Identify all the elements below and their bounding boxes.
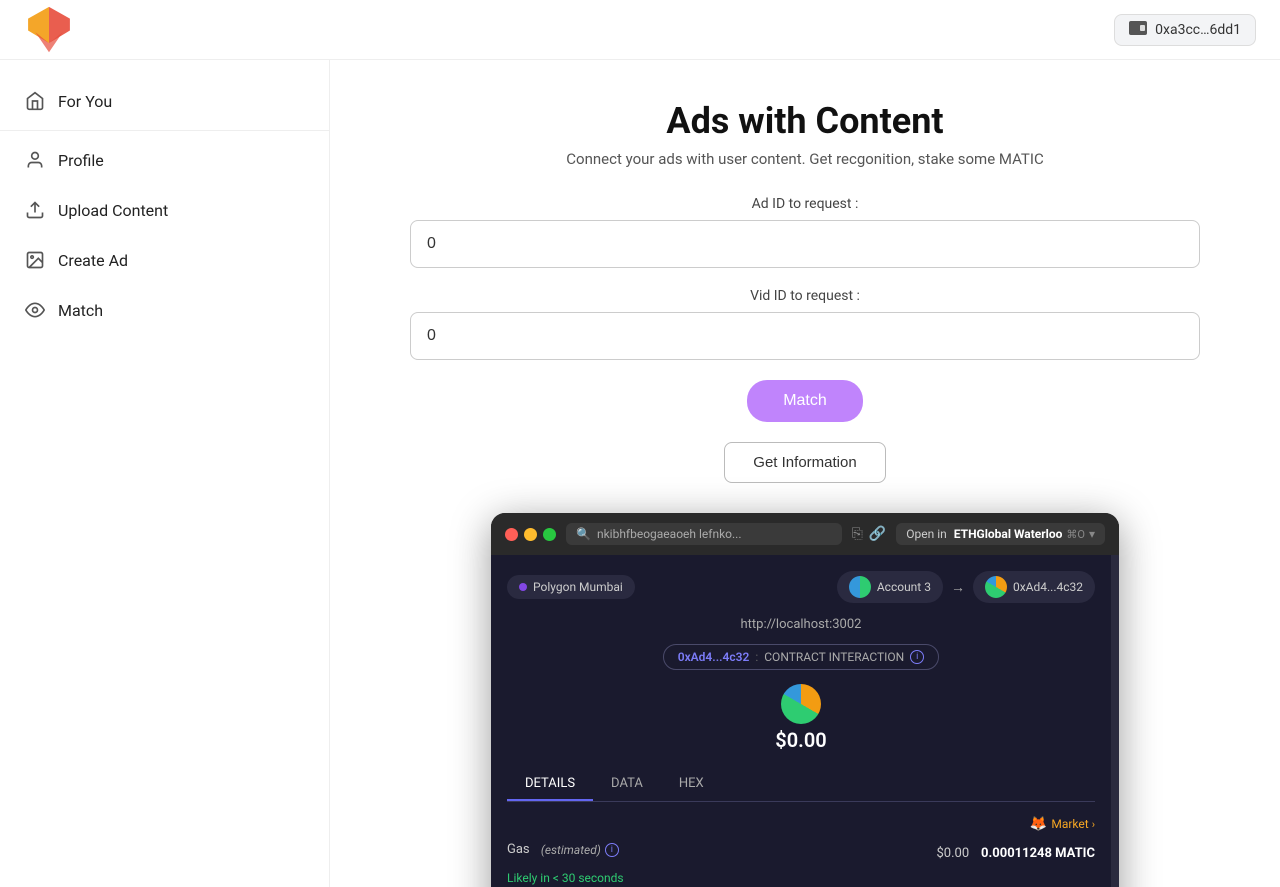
browser-url-text: nkibhfbeogaeaoeh lefnko... <box>597 527 742 541</box>
gas-likely-text: Likely in < 30 seconds <box>507 871 1095 885</box>
sidebar-item-for-you[interactable]: For You <box>0 76 329 126</box>
account-avatar-to <box>985 576 1007 598</box>
sidebar-item-upload-content[interactable]: Upload Content <box>0 185 329 235</box>
contract-address-badge: 0xAd4...4c32 <box>678 650 750 664</box>
mm-url-text: http://localhost:3002 <box>741 617 862 632</box>
tab-details[interactable]: DETAILS <box>507 768 593 801</box>
ad-id-input[interactable] <box>410 220 1200 268</box>
mm-url-bar: http://localhost:3002 <box>507 617 1095 632</box>
network-dot <box>519 583 527 591</box>
sidebar-label-match: Match <box>58 301 103 320</box>
wallet-icon <box>1129 21 1147 39</box>
mm-gas-row: Gas (estimated) i $0.00 0.00011248 MATIC <box>507 842 1095 861</box>
ad-id-label: Ad ID to request : <box>410 196 1200 212</box>
tab-data[interactable]: DATA <box>593 768 661 801</box>
contract-type-badge: CONTRACT INTERACTION <box>764 650 904 664</box>
ethglobal-name: ETHGlobal Waterloo <box>954 527 1063 541</box>
mm-inner: Polygon Mumbai Account 3 → 0xAd4...4c32 <box>491 555 1119 887</box>
gas-values: $0.00 0.00011248 MATIC <box>936 842 1095 861</box>
sidebar-label-profile: Profile <box>58 151 104 170</box>
search-icon: 🔍 <box>576 527 591 541</box>
balance-avatar <box>781 684 821 724</box>
gas-usd: $0.00 <box>936 846 969 861</box>
mm-account-from[interactable]: Account 3 <box>837 571 943 603</box>
vid-id-input[interactable] <box>410 312 1200 360</box>
gas-info-icon[interactable]: i <box>605 843 619 857</box>
chevron-right-icon: › <box>1092 818 1095 831</box>
chevron-down-icon[interactable]: ▾ <box>1089 527 1095 541</box>
sidebar-item-create-ad[interactable]: Create Ad <box>0 235 329 285</box>
link-icon[interactable]: 🔗 <box>869 526 886 542</box>
keyboard-shortcut: ⌘O <box>1066 528 1085 541</box>
layout: For You Profile Upload Content Create Ad <box>0 60 1280 887</box>
vid-id-label: Vid ID to request : <box>410 288 1200 304</box>
network-name: Polygon Mumbai <box>533 580 623 594</box>
ethglobal-badge[interactable]: Open in ETHGlobal Waterloo ⌘O ▾ <box>896 523 1105 545</box>
mm-header: Polygon Mumbai Account 3 → 0xAd4...4c32 <box>507 571 1095 603</box>
page-subtitle: Connect your ads with user content. Get … <box>410 150 1200 168</box>
page-title: Ads with Content <box>410 100 1200 142</box>
close-button[interactable] <box>505 528 518 541</box>
arrow-right-icon: → <box>951 579 965 596</box>
mm-network-selector[interactable]: Polygon Mumbai <box>507 575 635 599</box>
browser-search-bar[interactable]: 🔍 nkibhfbeogaeaoeh lefnko... <box>566 523 842 545</box>
gas-matic: 0.00011248 MATIC <box>981 846 1095 861</box>
mm-account-to[interactable]: 0xAd4...4c32 <box>973 571 1095 603</box>
account-avatar <box>849 576 871 598</box>
sidebar-item-profile[interactable]: Profile <box>0 135 329 185</box>
browser-actions: ⎘ 🔗 <box>852 526 887 542</box>
market-link[interactable]: Market › <box>1051 817 1095 831</box>
topbar: 0xa3cc…6dd1 <box>0 0 1280 60</box>
home-icon <box>24 90 46 112</box>
balance-amount: $0.00 <box>507 728 1095 752</box>
ethglobal-open-label: Open in <box>906 527 949 541</box>
metamask-popup: 🔍 nkibhfbeogaeaoeh lefnko... ⎘ 🔗 Open in… <box>491 513 1119 887</box>
wallet-address: 0xa3cc…6dd1 <box>1155 22 1241 38</box>
sidebar: For You Profile Upload Content Create Ad <box>0 60 330 887</box>
scrollbar[interactable] <box>1111 555 1119 887</box>
main-content: Ads with Content Connect your ads with u… <box>330 60 1280 887</box>
match-button[interactable]: Match <box>747 380 863 422</box>
info-icon[interactable]: i <box>910 650 924 664</box>
sidebar-label-for-you: For You <box>58 92 112 111</box>
minimize-button[interactable] <box>524 528 537 541</box>
image-icon <box>24 249 46 271</box>
copy-icon[interactable]: ⎘ <box>852 526 863 542</box>
mm-balance: $0.00 <box>507 684 1095 752</box>
tab-hex[interactable]: HEX <box>661 768 722 801</box>
browser-chrome: 🔍 nkibhfbeogaeaoeh lefnko... ⎘ 🔗 Open in… <box>491 513 1119 555</box>
get-info-button[interactable]: Get Information <box>724 442 885 483</box>
market-label: Market <box>1051 817 1088 831</box>
mm-contract-badge: 0xAd4...4c32 : CONTRACT INTERACTION i <box>663 644 940 670</box>
user-icon <box>24 149 46 171</box>
logo <box>24 5 74 55</box>
mm-gas-header: 🦊 Market › <box>507 816 1095 832</box>
mm-tabs: DETAILS DATA HEX <box>507 768 1095 802</box>
traffic-lights <box>505 528 556 541</box>
mm-accounts: Account 3 → 0xAd4...4c32 <box>837 571 1095 603</box>
sidebar-label-create-ad: Create Ad <box>58 251 128 270</box>
wallet-badge[interactable]: 0xa3cc…6dd1 <box>1114 14 1256 46</box>
upload-icon <box>24 199 46 221</box>
sidebar-item-match[interactable]: Match <box>0 285 329 335</box>
mm-content: Polygon Mumbai Account 3 → 0xAd4...4c32 <box>491 555 1111 887</box>
account-name: Account 3 <box>877 580 931 594</box>
fox-icon: 🦊 <box>1030 816 1047 832</box>
account-address: 0xAd4...4c32 <box>1013 580 1083 594</box>
maximize-button[interactable] <box>543 528 556 541</box>
sidebar-label-upload-content: Upload Content <box>58 201 168 220</box>
eye-icon <box>24 299 46 321</box>
gas-label: Gas (estimated) i <box>507 842 619 857</box>
